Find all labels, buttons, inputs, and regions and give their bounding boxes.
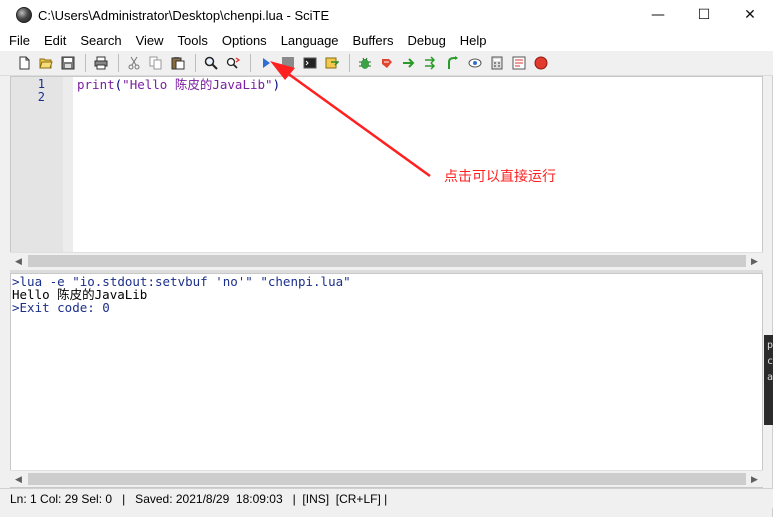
macro-icon: [512, 56, 526, 70]
code-paren: ): [272, 77, 281, 92]
menu-debug[interactable]: Debug: [407, 33, 445, 48]
calculator-icon: [491, 56, 503, 70]
toolbar-separator: [85, 54, 86, 72]
toolbar-separator: [349, 54, 350, 72]
background-window-text: a: [767, 372, 773, 383]
menu-help[interactable]: Help: [460, 33, 487, 48]
output-horizontal-scrollbar[interactable]: ◀ ▶: [10, 470, 763, 487]
find-button[interactable]: [201, 53, 221, 73]
next-message-icon: [425, 56, 436, 70]
paste-button[interactable]: [168, 53, 188, 73]
next-message-button[interactable]: [421, 53, 441, 73]
menu-file[interactable]: File: [9, 33, 30, 48]
background-window-text: c: [767, 356, 773, 367]
open-file-button[interactable]: [36, 53, 56, 73]
bug-icon: [359, 57, 371, 69]
scroll-right-arrow-icon[interactable]: ▶: [746, 253, 763, 270]
toolbar: [0, 51, 773, 76]
console-button[interactable]: [300, 53, 320, 73]
view-button[interactable]: [465, 53, 485, 73]
menu-options[interactable]: Options: [222, 33, 267, 48]
output-line: >Exit code: 0: [12, 300, 110, 315]
open-folder-icon: [39, 58, 53, 69]
scite-window: C:\Users\Administrator\Desktop\chenpi.lu…: [0, 0, 773, 517]
background-window-text: p: [767, 340, 773, 351]
minimize-button[interactable]: —: [635, 0, 681, 30]
save-button[interactable]: [58, 53, 78, 73]
replace-icon: [226, 57, 240, 69]
new-file-button[interactable]: [14, 53, 34, 73]
status-bar: Ln: 1 Col: 29 Sel: 0 | Saved: 2021/8/29 …: [0, 488, 773, 508]
cut-button[interactable]: [124, 53, 144, 73]
scroll-left-arrow-icon[interactable]: ◀: [10, 471, 27, 488]
find-icon: [204, 56, 218, 70]
menu-tools[interactable]: Tools: [178, 33, 208, 48]
cut-icon: [128, 56, 140, 70]
go-button[interactable]: [399, 53, 419, 73]
scite-app-icon: [16, 7, 32, 23]
toolbar-separator: [118, 54, 119, 72]
save-icon: [61, 56, 75, 70]
calculator-button[interactable]: [487, 53, 507, 73]
stop-button[interactable]: [278, 53, 298, 73]
macro-button[interactable]: [509, 53, 529, 73]
editor-horizontal-scrollbar[interactable]: ◀ ▶: [10, 252, 763, 269]
run-icon: [263, 58, 270, 68]
toolbar-separator: [250, 54, 251, 72]
replace-button[interactable]: [223, 53, 243, 73]
menu-edit[interactable]: Edit: [44, 33, 66, 48]
menu-bar: File Edit Search View Tools Options Lang…: [0, 30, 773, 51]
eye-icon: [468, 58, 482, 68]
editor-pane[interactable]: 1 2 print("Hello 陈皮的JavaLib"): [10, 76, 763, 253]
scrollbar-thumb[interactable]: [28, 255, 746, 267]
build-icon: [382, 59, 392, 68]
code-keyword: print: [77, 77, 115, 92]
jump-icon: [448, 56, 458, 69]
menu-search[interactable]: Search: [80, 33, 121, 48]
new-file-icon: [19, 56, 30, 70]
toolbar-separator: [195, 54, 196, 72]
line-number-gutter: 1 2: [11, 77, 63, 252]
console-icon: [303, 57, 317, 69]
annotation-label: 点击可以直接运行: [444, 169, 556, 185]
compile-icon: [325, 57, 339, 69]
debug-button[interactable]: [355, 53, 375, 73]
code-string: "Hello 陈皮的JavaLib": [122, 77, 273, 92]
title-bar: C:\Users\Administrator\Desktop\chenpi.lu…: [0, 0, 773, 30]
maximize-button[interactable]: ☐: [681, 0, 727, 30]
print-button[interactable]: [91, 53, 111, 73]
compile-button[interactable]: [322, 53, 342, 73]
window-controls: — ☐ ✕: [635, 0, 773, 30]
line-number: 2: [37, 90, 45, 104]
output-pane[interactable]: >lua -e "io.stdout:setvbuf 'no'" "chenpi…: [10, 273, 763, 488]
menu-buffers[interactable]: Buffers: [353, 33, 394, 48]
record-icon: [534, 56, 548, 70]
close-button[interactable]: ✕: [727, 0, 773, 30]
build-button[interactable]: [377, 53, 397, 73]
paste-icon: [171, 57, 185, 70]
menu-view[interactable]: View: [136, 33, 164, 48]
window-title: C:\Users\Administrator\Desktop\chenpi.lu…: [38, 7, 330, 23]
code-line[interactable]: print("Hello 陈皮的JavaLib"): [77, 78, 280, 91]
scroll-left-arrow-icon[interactable]: ◀: [10, 253, 27, 270]
menu-language[interactable]: Language: [281, 33, 339, 48]
jump-button[interactable]: [443, 53, 463, 73]
copy-icon: [149, 56, 162, 70]
print-icon: [94, 56, 108, 70]
scroll-right-arrow-icon[interactable]: ▶: [746, 471, 763, 488]
fold-margin: [63, 77, 73, 252]
record-button[interactable]: [531, 53, 551, 73]
stop-icon: [282, 57, 294, 69]
scrollbar-thumb[interactable]: [28, 473, 746, 485]
go-icon: [403, 58, 415, 68]
copy-button[interactable]: [146, 53, 166, 73]
run-button[interactable]: [256, 53, 276, 73]
